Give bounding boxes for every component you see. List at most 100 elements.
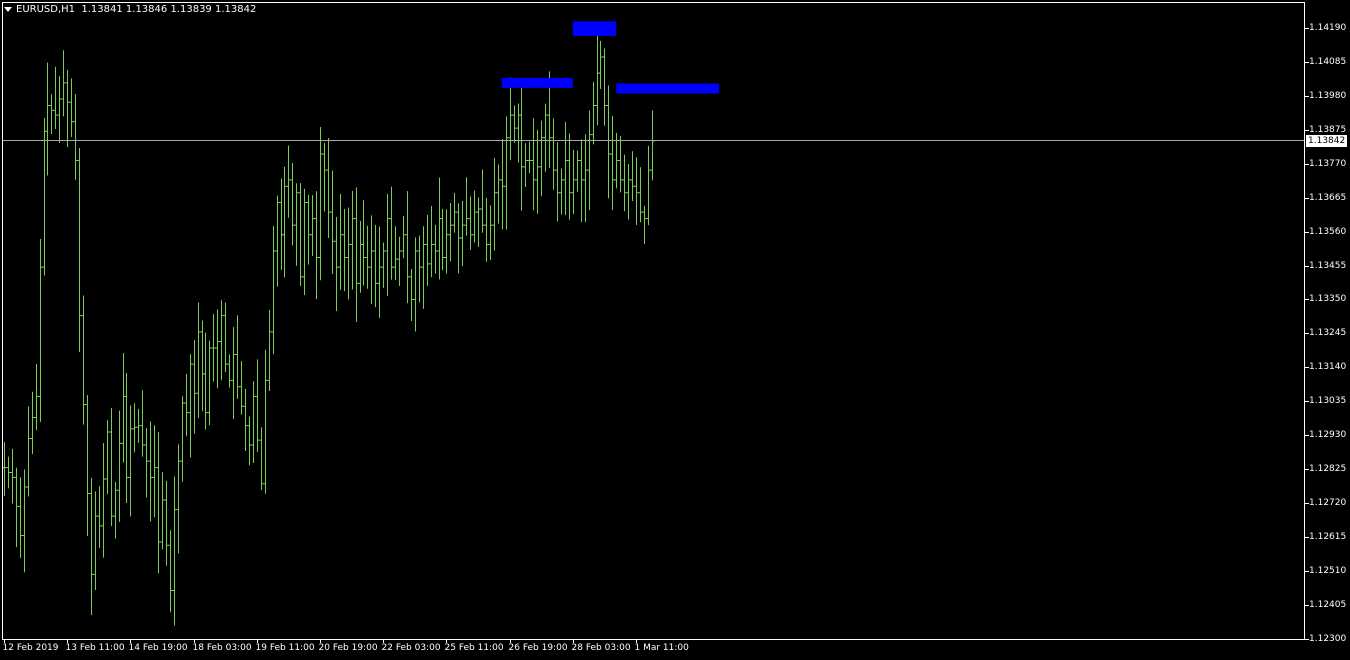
- price-bar: [117, 410, 122, 522]
- price-bar: [85, 395, 90, 536]
- y-tick-label: 1.13350: [1309, 293, 1347, 304]
- price-bar: [480, 169, 485, 233]
- price-bar: [322, 142, 327, 212]
- price-bar: [429, 205, 434, 278]
- resistance-zone[interactable]: [501, 77, 573, 88]
- price-bars: [2, 32, 655, 626]
- price-chart[interactable]: [0, 0, 1350, 660]
- dropdown-triangle-icon[interactable]: [4, 6, 12, 12]
- price-bar: [30, 391, 35, 455]
- price-bar: [630, 151, 635, 202]
- price-bar: [192, 339, 197, 434]
- price-bar: [417, 235, 422, 303]
- price-bar: [354, 187, 359, 322]
- price-bar: [38, 238, 43, 422]
- price-bar: [460, 200, 465, 266]
- price-bar: [638, 167, 643, 223]
- price-bar: [369, 215, 374, 304]
- price-bar: [144, 428, 149, 498]
- price-bar: [642, 205, 647, 245]
- price-bar: [531, 118, 536, 211]
- price-bar: [53, 66, 58, 129]
- price-bar: [93, 491, 98, 590]
- price-bar: [567, 133, 572, 220]
- price-bar: [330, 170, 335, 275]
- price-bar: [180, 396, 185, 482]
- price-bar: [559, 168, 564, 215]
- price-bar: [314, 191, 319, 300]
- price-bar: [496, 164, 501, 224]
- price-bar: [34, 363, 39, 431]
- price-bar: [302, 188, 307, 296]
- price-bar: [508, 77, 513, 161]
- price-bar: [235, 315, 240, 399]
- price-bar: [113, 481, 118, 539]
- price-bar: [543, 103, 548, 172]
- price-bar: [519, 85, 524, 211]
- y-tick-label: 1.13560: [1309, 226, 1347, 237]
- y-tick-label: 1.14190: [1309, 22, 1347, 33]
- resistance-zones[interactable]: [501, 21, 719, 94]
- quote-values: 1.13841 1.13846 1.13839 1.13842: [81, 4, 257, 15]
- price-bar: [275, 195, 280, 287]
- price-bar: [535, 129, 540, 214]
- price-bar: [132, 403, 137, 453]
- price-bar: [140, 390, 145, 457]
- resistance-zone[interactable]: [616, 83, 719, 94]
- y-tick-label: 1.13980: [1309, 90, 1347, 101]
- price-bar: [81, 295, 86, 425]
- price-bar: [160, 471, 165, 550]
- price-bar: [211, 314, 216, 382]
- price-bar: [128, 405, 133, 517]
- price-bar: [298, 183, 303, 286]
- price-bar: [595, 32, 600, 126]
- price-bar: [361, 200, 366, 286]
- x-tick-label: 25 Feb 11:00: [444, 643, 504, 653]
- price-bar: [610, 115, 615, 211]
- y-tick-label: 1.13245: [1309, 327, 1347, 338]
- price-bar: [523, 143, 528, 188]
- price-bar: [492, 157, 497, 251]
- price-bar: [255, 359, 260, 452]
- price-bar: [207, 340, 212, 426]
- price-bar: [45, 62, 50, 176]
- price-bar: [622, 154, 627, 212]
- price-bar: [433, 224, 438, 274]
- x-tick-label: 14 Feb 19:00: [128, 643, 188, 653]
- current-price-tag: 1.13842: [1306, 134, 1348, 147]
- y-tick-label: 1.13455: [1309, 260, 1347, 271]
- price-bar: [389, 186, 394, 280]
- price-bar: [551, 118, 556, 190]
- resistance-zone[interactable]: [572, 21, 617, 36]
- price-bar: [318, 127, 323, 281]
- price-bar: [512, 105, 517, 143]
- price-bar: [358, 220, 363, 293]
- price-bar: [516, 103, 521, 163]
- price-bar: [334, 217, 339, 312]
- price-bar: [105, 420, 110, 495]
- price-bar: [444, 209, 449, 274]
- price-bar: [464, 177, 469, 236]
- price-bar: [124, 373, 129, 504]
- price-bar: [413, 237, 418, 332]
- price-bar: [476, 197, 481, 247]
- price-bar: [219, 300, 224, 381]
- price-bar: [89, 477, 94, 616]
- price-bar: [468, 196, 473, 250]
- price-bar: [575, 150, 580, 192]
- x-tick-label: 19 Feb 11:00: [255, 643, 315, 653]
- price-bar: [579, 139, 584, 223]
- price-bar: [282, 166, 287, 278]
- price-bar: [243, 388, 248, 452]
- chart-frame: [2, 2, 1305, 640]
- price-bar: [231, 327, 236, 420]
- price-bar: [188, 354, 193, 458]
- chart-window[interactable]: EURUSD,H1 1.13841 1.13846 1.13839 1.1384…: [0, 0, 1350, 660]
- price-bar: [18, 477, 23, 558]
- price-bar: [377, 226, 382, 318]
- price-bar: [6, 456, 11, 489]
- price-bar: [121, 352, 126, 463]
- price-bar: [326, 137, 331, 239]
- price-bar: [215, 309, 220, 389]
- price-bar: [591, 81, 596, 145]
